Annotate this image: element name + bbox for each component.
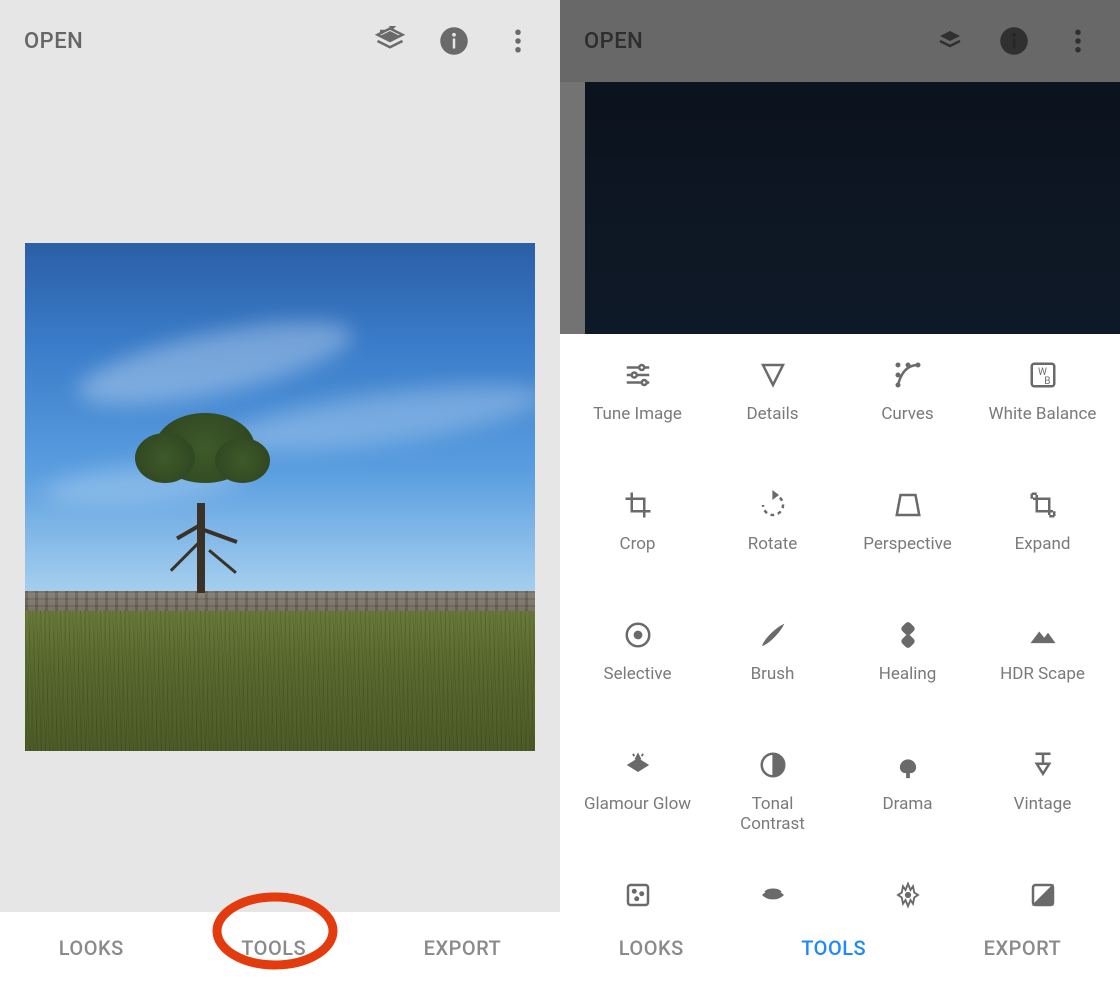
photo-preview <box>25 243 535 751</box>
crop-icon <box>621 488 655 522</box>
right-pane: OPEN Tune Image Details Curves WB White Bala… <box>560 0 1120 984</box>
more-icon[interactable] <box>500 23 536 59</box>
tool-expand[interactable]: Expand <box>975 482 1110 612</box>
svg-text:B: B <box>1044 376 1050 387</box>
tool-drama[interactable]: Drama <box>840 742 975 872</box>
tool-grunge[interactable] <box>840 872 975 912</box>
selective-icon <box>621 618 655 652</box>
tool-rotate[interactable]: Rotate <box>705 482 840 612</box>
drama-icon <box>891 748 925 782</box>
healing-icon <box>891 618 925 652</box>
tool-label: Drama <box>883 794 933 814</box>
tab-export[interactable]: EXPORT <box>964 926 1082 970</box>
tool-label: Perspective <box>863 534 951 554</box>
layers-icon[interactable] <box>372 23 408 59</box>
tool-curves[interactable]: Curves <box>840 352 975 482</box>
grainy-film-icon <box>621 878 655 912</box>
tab-tools[interactable]: TOOLS <box>221 926 326 970</box>
tool-white-balance[interactable]: WB White Balance <box>975 352 1110 482</box>
tonal-contrast-icon <box>756 748 790 782</box>
tool-crop[interactable]: Crop <box>570 482 705 612</box>
hdr-scape-icon <box>1026 618 1060 652</box>
tool-label: Details <box>746 404 798 424</box>
tool-label: Curves <box>881 404 933 424</box>
tool-label: Glamour Glow <box>584 794 691 814</box>
brush-icon <box>756 618 790 652</box>
tool-details[interactable]: Details <box>705 352 840 482</box>
bottombar-left: LOOKS TOOLS EXPORT <box>0 912 560 984</box>
info-icon[interactable] <box>436 23 472 59</box>
tool-label: HDR Scape <box>1000 664 1085 684</box>
tool-tonal-contrast[interactable]: Tonal Contrast <box>705 742 840 872</box>
tool-label: Healing <box>879 664 937 684</box>
curves-icon <box>891 358 925 392</box>
vintage-icon <box>1026 748 1060 782</box>
tool-healing[interactable]: Healing <box>840 612 975 742</box>
tool-label: Rotate <box>748 534 798 554</box>
tab-looks[interactable]: LOOKS <box>39 926 144 970</box>
tool-bw[interactable] <box>975 872 1110 912</box>
tab-tools[interactable]: TOOLS <box>781 926 886 970</box>
tool-vintage[interactable]: Vintage <box>975 742 1110 872</box>
perspective-icon <box>891 488 925 522</box>
left-pane: OPEN <box>0 0 560 984</box>
tool-label: Brush <box>751 664 795 684</box>
rotate-icon <box>756 488 790 522</box>
tool-label: Selective <box>604 664 672 684</box>
details-icon <box>756 358 790 392</box>
bw-icon <box>1026 878 1060 912</box>
tab-export[interactable]: EXPORT <box>404 926 522 970</box>
tool-retrolux[interactable] <box>705 872 840 912</box>
retrolux-icon <box>756 878 790 912</box>
tool-perspective[interactable]: Perspective <box>840 482 975 612</box>
tool-label: Expand <box>1015 534 1071 554</box>
tab-looks[interactable]: LOOKS <box>599 926 704 970</box>
grunge-icon <box>891 878 925 912</box>
white-balance-icon: WB <box>1026 358 1060 392</box>
tool-label: Tune Image <box>593 404 682 424</box>
tool-brush[interactable]: Brush <box>705 612 840 742</box>
tool-label: Crop <box>620 534 656 554</box>
tool-grainy-film[interactable] <box>570 872 705 912</box>
tools-panel: Tune Image Details Curves WB White Balance Cr… <box>560 334 1120 912</box>
bottombar-right: LOOKS TOOLS EXPORT <box>560 912 1120 984</box>
dim-overlay[interactable] <box>560 0 1120 334</box>
open-button[interactable]: OPEN <box>24 29 83 54</box>
glamour-glow-icon <box>621 748 655 782</box>
tool-selective[interactable]: Selective <box>570 612 705 742</box>
tool-tune-image[interactable]: Tune Image <box>570 352 705 482</box>
topwrap-right: OPEN <box>560 0 1120 334</box>
topbar-icons <box>372 23 536 59</box>
tool-hdr-scape[interactable]: HDR Scape <box>975 612 1110 742</box>
tool-label: Vintage <box>1014 794 1072 814</box>
topbar-left: OPEN <box>0 0 560 82</box>
tool-label: White Balance <box>989 404 1097 424</box>
canvas-area-left[interactable] <box>0 82 560 912</box>
tool-label: Tonal Contrast <box>718 794 828 835</box>
expand-icon <box>1026 488 1060 522</box>
tune-image-icon <box>621 358 655 392</box>
tool-glamour-glow[interactable]: Glamour Glow <box>570 742 705 872</box>
